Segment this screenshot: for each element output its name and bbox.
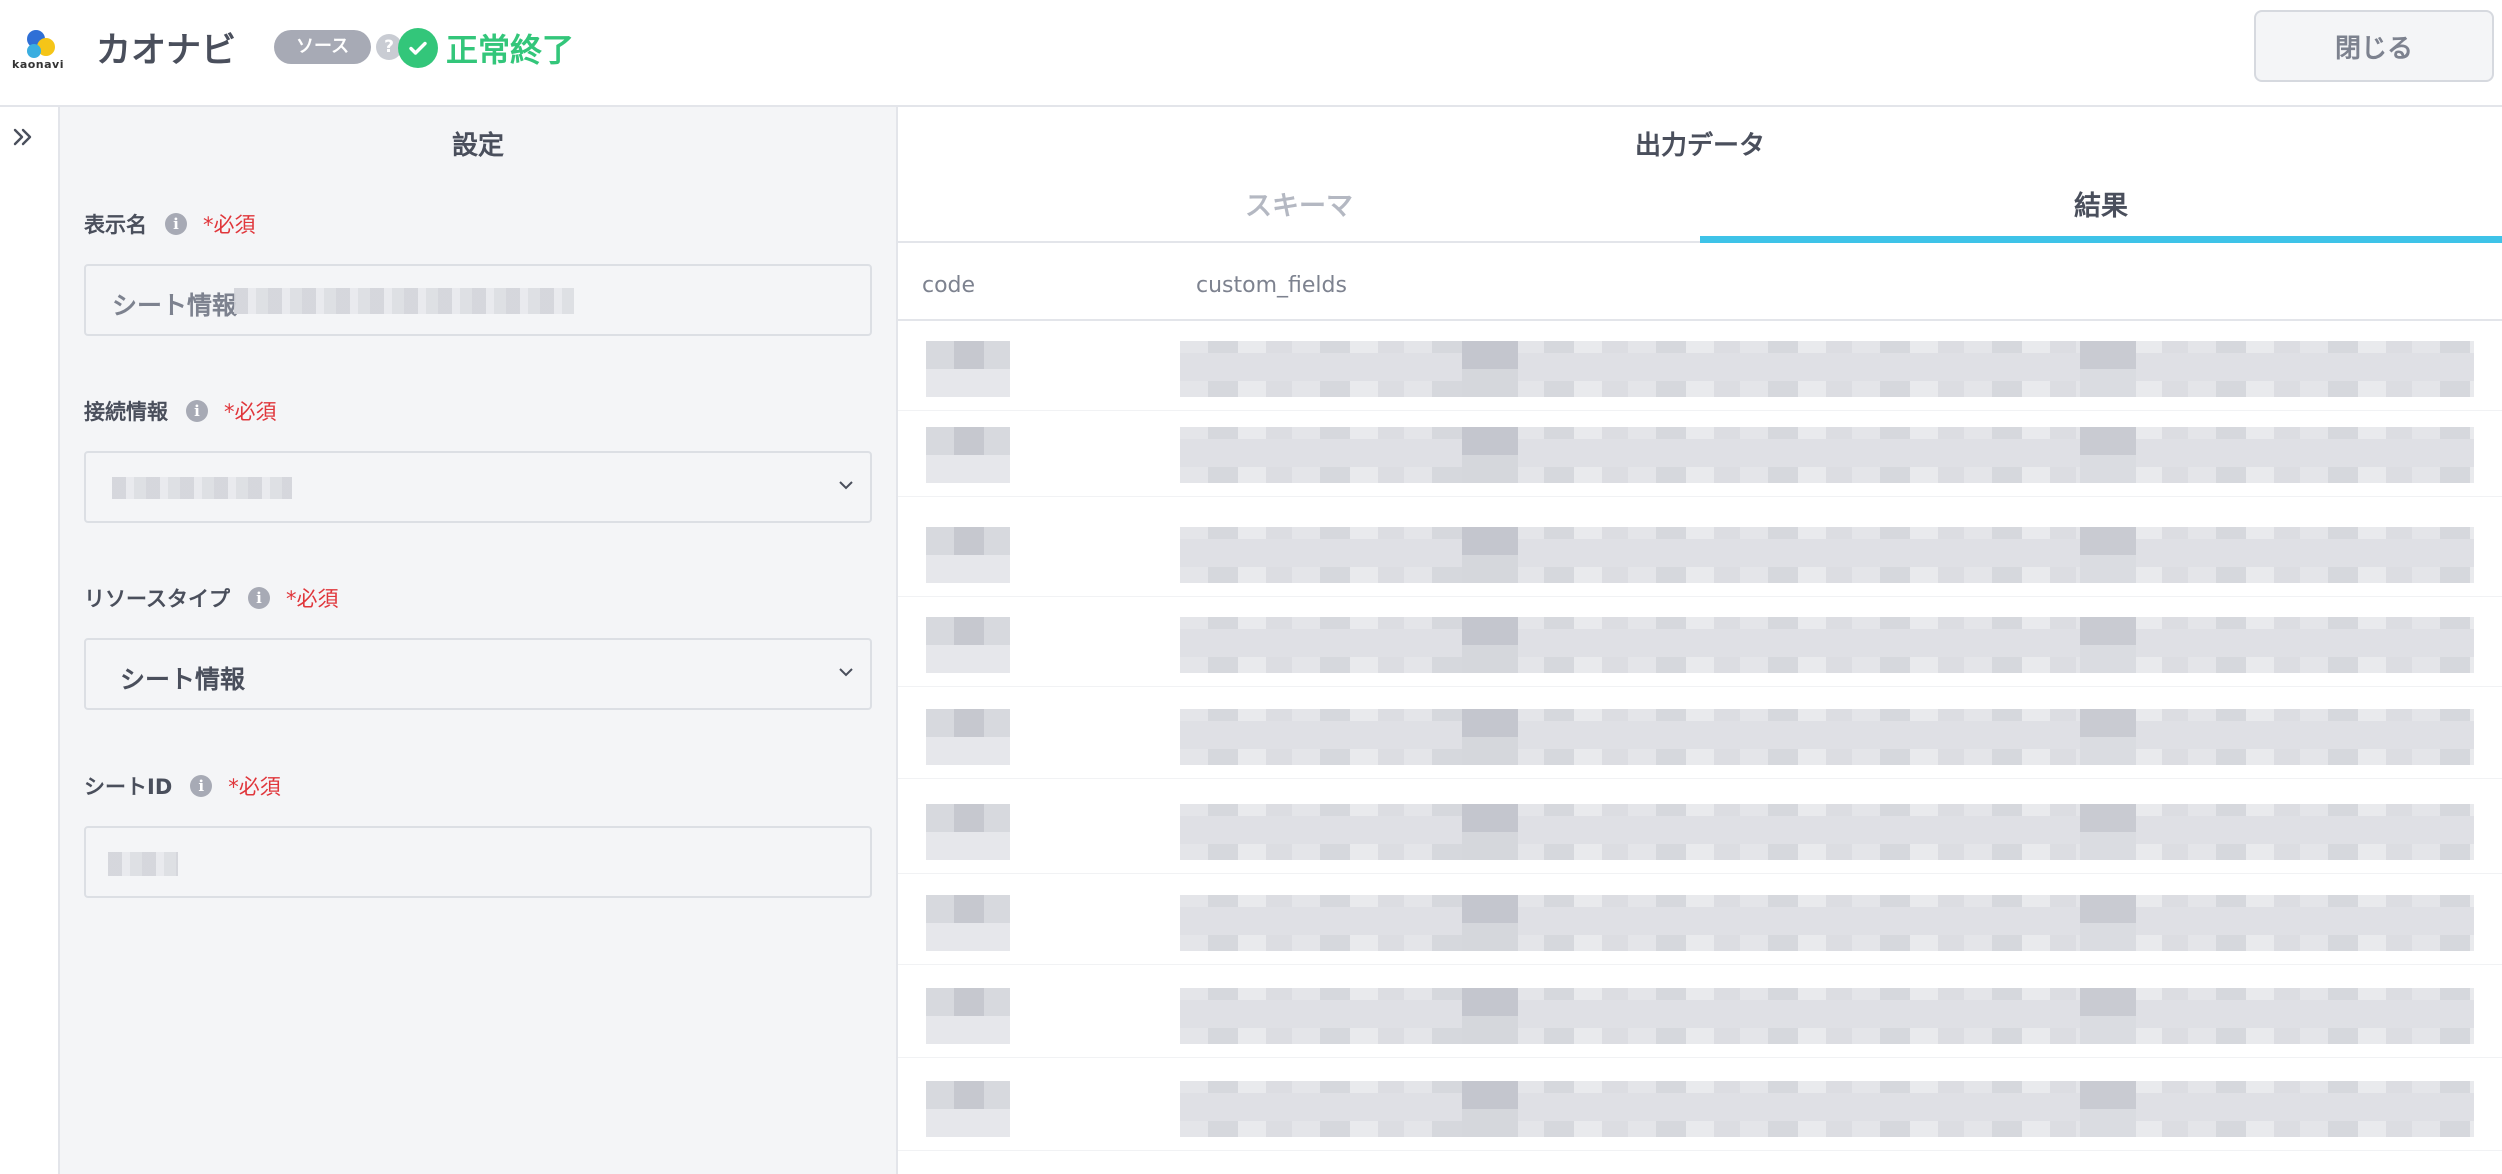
redacted-mark <box>1462 1081 1518 1137</box>
redacted-cell <box>926 895 1010 951</box>
check-icon <box>398 28 438 68</box>
output-panel: 出力データ スキーマ 結果 code custom_fields <box>898 107 2502 1174</box>
redacted-cell <box>926 804 1010 860</box>
table-row[interactable] <box>898 509 2502 597</box>
side-rail <box>0 107 60 1174</box>
table-header: code custom_fields <box>898 255 2502 321</box>
redacted-cell <box>1180 341 2474 397</box>
redacted-mark <box>2080 341 2136 397</box>
redacted-cell <box>1180 1081 2474 1137</box>
redacted-cell <box>1180 895 2474 951</box>
table-row[interactable] <box>898 786 2502 874</box>
redacted-mark <box>2080 1081 2136 1137</box>
required-mark: *必須 <box>285 587 339 611</box>
redacted-mark <box>2080 427 2136 483</box>
status-text: 正常終了 <box>446 31 575 69</box>
redacted-mark <box>1462 427 1518 483</box>
table-row[interactable] <box>898 323 2502 411</box>
column-header-custom-fields[interactable]: custom_fields <box>1196 273 1347 298</box>
redacted-mark <box>1462 527 1518 583</box>
redacted-text <box>112 477 292 499</box>
redacted-cell <box>1180 988 2474 1044</box>
table-row[interactable] <box>898 970 2502 1058</box>
double-chevron-right-icon[interactable] <box>10 123 38 151</box>
redacted-cell <box>926 709 1010 765</box>
page-title: カオナビ <box>96 31 237 71</box>
redacted-mark <box>1462 709 1518 765</box>
close-button[interactable]: 閉じる <box>2254 10 2494 82</box>
display-name-input[interactable]: シート情報 <box>84 264 872 336</box>
redacted-mark <box>1462 341 1518 397</box>
sheet-id-input[interactable] <box>84 826 872 898</box>
field-label-text: 表示名 <box>84 213 147 237</box>
output-title: 出力データ <box>1634 131 1765 161</box>
required-mark: *必須 <box>228 775 281 799</box>
chevron-down-icon <box>839 668 853 677</box>
redacted-mark <box>2080 617 2136 673</box>
redacted-mark <box>2080 895 2136 951</box>
redacted-cell <box>1180 804 2474 860</box>
field-label-text: 接続情報 <box>84 400 168 424</box>
table-row[interactable] <box>898 599 2502 687</box>
table-row[interactable] <box>898 877 2502 965</box>
redacted-cell <box>926 617 1010 673</box>
settings-panel: 設定 表示名 i *必須 シート情報 接続情報 i *必須 リソースタイプ i … <box>60 107 898 1174</box>
resource-type-value: シート情報 <box>120 665 246 694</box>
redacted-mark <box>1462 988 1518 1044</box>
resource-type-select[interactable]: シート情報 <box>84 638 872 710</box>
chevron-down-icon <box>839 481 853 490</box>
redacted-mark <box>2080 988 2136 1044</box>
redacted-mark <box>1462 804 1518 860</box>
table-row[interactable] <box>898 691 2502 779</box>
redacted-cell <box>1180 617 2474 673</box>
redacted-cell <box>926 341 1010 397</box>
redacted-cell <box>1180 427 2474 483</box>
redacted-mark <box>1462 617 1518 673</box>
settings-title: 設定 <box>451 131 504 161</box>
redacted-text <box>108 852 178 876</box>
redacted-mark <box>2080 709 2136 765</box>
required-mark: *必須 <box>203 213 256 237</box>
info-icon[interactable]: i <box>190 775 213 797</box>
field-label-text: シートID <box>84 775 173 799</box>
redacted-cell <box>1180 709 2474 765</box>
redacted-text <box>234 288 574 314</box>
tab-result[interactable]: 結果 <box>1700 179 2502 243</box>
tab-schema[interactable]: スキーマ <box>898 179 1700 243</box>
redacted-mark <box>2080 804 2136 860</box>
source-badge: ソース <box>274 30 372 64</box>
display-name-value: シート情報 <box>112 291 238 320</box>
app-header: kaonavi カオナビ ソース ? 正常終了 閉じる <box>0 0 2502 107</box>
redacted-mark <box>2080 527 2136 583</box>
redacted-cell <box>926 1081 1010 1137</box>
info-icon[interactable]: i <box>186 400 208 422</box>
info-icon[interactable]: i <box>165 213 187 235</box>
column-header-code[interactable]: code <box>922 273 975 298</box>
redacted-mark <box>1462 895 1518 951</box>
connection-select[interactable] <box>84 451 872 523</box>
redacted-cell <box>926 988 1010 1044</box>
required-mark: *必須 <box>224 400 277 424</box>
connection-label: 接続情報 i *必須 <box>84 396 277 426</box>
logo-text: kaonavi <box>12 58 64 71</box>
redacted-cell <box>1180 527 2474 583</box>
status-indicator: 正常終了 <box>398 26 574 70</box>
resource-type-label: リソースタイプ i *必須 <box>84 583 338 613</box>
info-icon[interactable]: i <box>247 587 270 609</box>
table-row[interactable] <box>898 409 2502 497</box>
redacted-cell <box>926 527 1010 583</box>
table-row[interactable] <box>898 1063 2502 1151</box>
field-label-text: リソースタイプ <box>84 587 230 611</box>
display-name-label: 表示名 i *必須 <box>84 209 256 239</box>
redacted-cell <box>926 427 1010 483</box>
sheet-id-label: シートID i *必須 <box>84 771 281 801</box>
